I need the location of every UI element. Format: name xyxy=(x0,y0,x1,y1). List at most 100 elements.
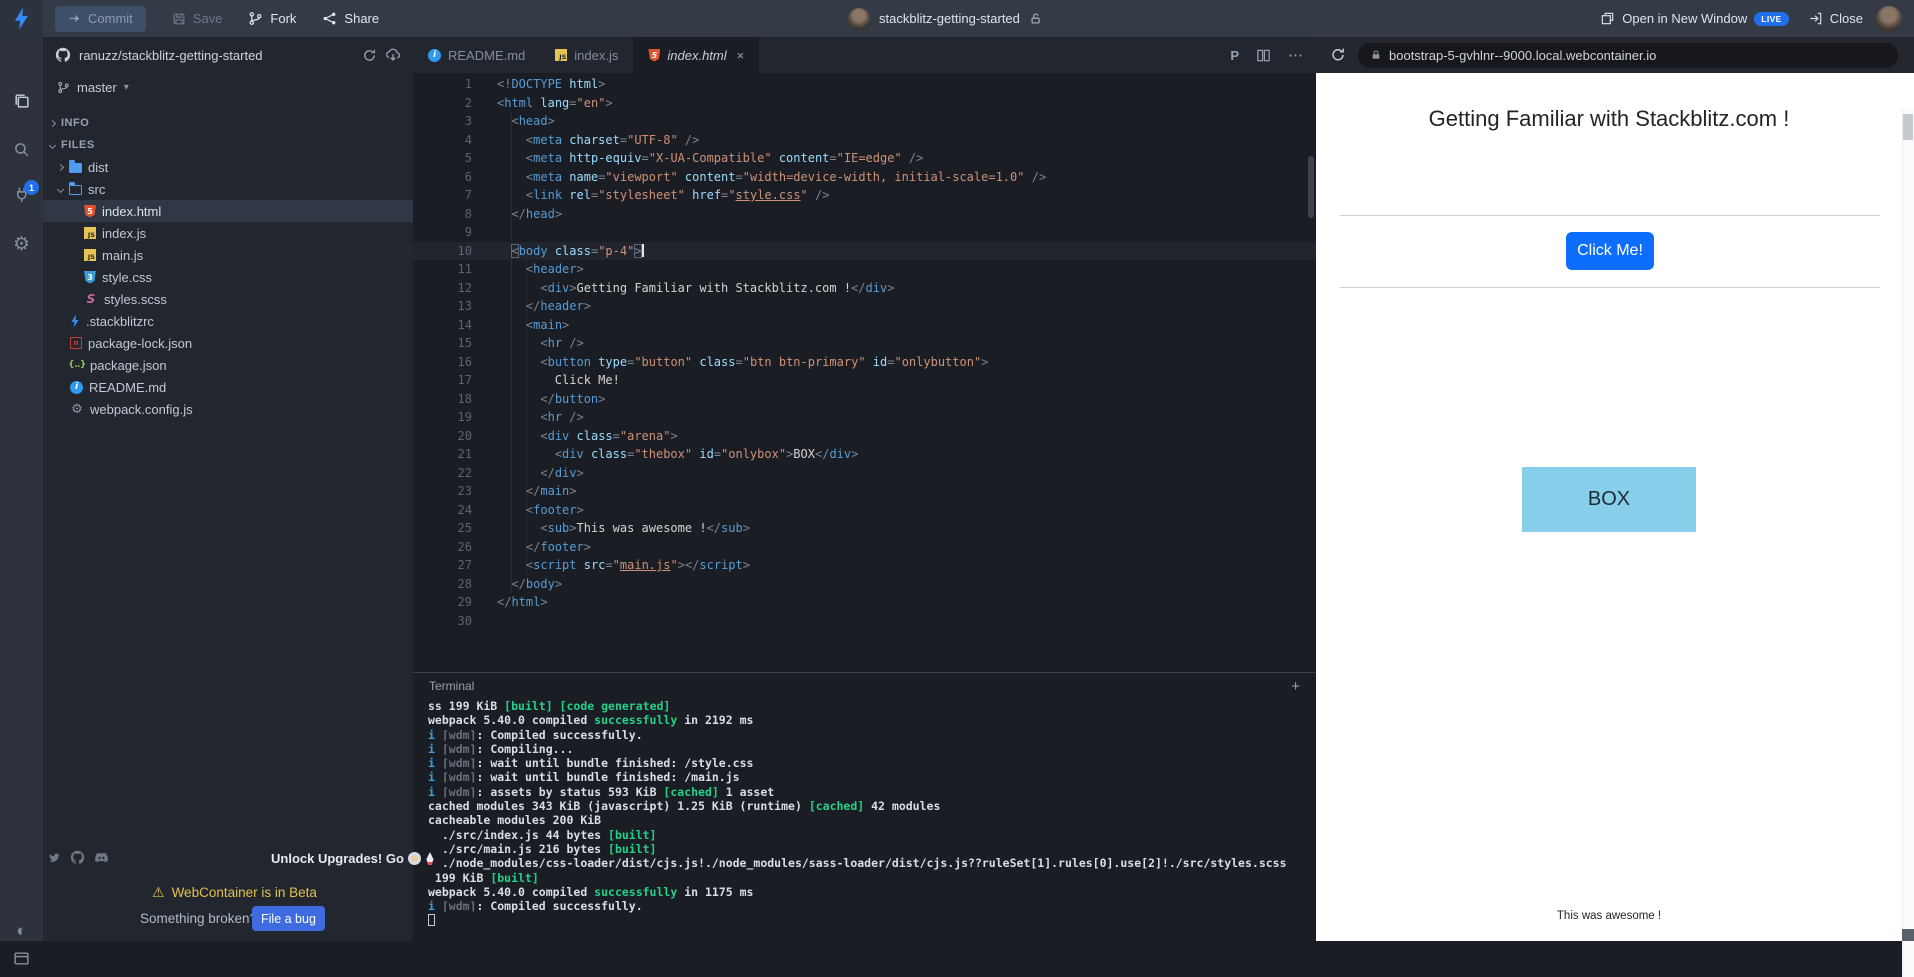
discord-icon[interactable] xyxy=(94,850,109,865)
bolt-file-icon xyxy=(71,314,79,328)
tree-item-dist[interactable]: dist xyxy=(43,156,413,178)
open-in-new-window-button[interactable]: Open in New Window LIVE xyxy=(1600,11,1789,26)
code-line-10[interactable]: 10 <body class="p-4"> xyxy=(413,241,1316,260)
code-line-9[interactable]: 9 xyxy=(413,223,1316,242)
terminal-line: 199 KiB [built] xyxy=(428,870,539,885)
plugins-badge: 1 xyxy=(24,180,39,195)
tree-item-package-lock.json[interactable]: package-lock.json xyxy=(43,332,413,354)
code-line-18[interactable]: 18 </button> xyxy=(413,390,1316,409)
settings-gear-icon[interactable]: ⚙ xyxy=(0,233,43,256)
save-button[interactable]: Save xyxy=(172,11,222,26)
tree-item-index.html[interactable]: index.html xyxy=(43,200,413,222)
close-button[interactable]: Close xyxy=(1808,11,1863,26)
code-line-3[interactable]: 3 <head> xyxy=(413,112,1316,131)
commit-button[interactable]: Commit xyxy=(55,5,146,32)
tree-item-FILES[interactable]: FILES xyxy=(43,134,413,156)
tab-index.html[interactable]: index.html× xyxy=(633,37,760,73)
code-line-7[interactable]: 7 <link rel="stylesheet" href="style.css… xyxy=(413,186,1316,205)
project-files-icon[interactable] xyxy=(0,92,43,109)
share-button[interactable]: Share xyxy=(322,11,379,26)
lock-open-icon[interactable] xyxy=(1029,12,1043,26)
webcontainer-beta-notice: ⚠ WebContainer is in Beta xyxy=(152,884,317,901)
tree-item-.stackblitzrc[interactable]: .stackblitzrc xyxy=(43,310,413,332)
new-terminal-icon[interactable]: + xyxy=(1291,678,1300,695)
code-line-19[interactable]: 19 <hr /> xyxy=(413,408,1316,427)
terminal-output: ss 199 KiB [built] [code generated] webpa… xyxy=(413,699,1316,928)
tree-item-index.js[interactable]: index.js xyxy=(43,222,413,244)
tree-item-styles.scss[interactable]: styles.scss xyxy=(43,288,413,310)
tree-item-src[interactable]: src xyxy=(43,178,413,200)
editor-pane: README.mdindex.jsindex.html× P ⋯ 1<!DOCT… xyxy=(413,37,1316,941)
file-a-bug-button[interactable]: File a bug xyxy=(252,906,325,931)
code-line-29[interactable]: 29 </html> xyxy=(413,593,1316,612)
editor-scrollbar-thumb[interactable] xyxy=(1308,156,1314,218)
code-line-16[interactable]: 16 <button type="button" class="btn btn-… xyxy=(413,353,1316,372)
preview-scrollbar-thumb[interactable] xyxy=(1903,114,1913,140)
preview-scrollbar[interactable] xyxy=(1902,109,1914,977)
js-file-icon xyxy=(555,49,568,61)
code-line-21[interactable]: 21 <div class="thebox" id="onlybox">BOX<… xyxy=(413,445,1316,464)
tree-item-webpack.config.js[interactable]: webpack.config.js xyxy=(43,398,413,420)
line-number: 8 xyxy=(464,206,472,221)
code-line-14[interactable]: 14 <main> xyxy=(413,316,1316,335)
refresh-icon[interactable] xyxy=(1330,47,1346,63)
tree-item-README.md[interactable]: README.md xyxy=(43,376,413,398)
split-editor-icon[interactable] xyxy=(1256,48,1271,63)
theme-contrast-icon[interactable]: ◐ xyxy=(0,921,43,941)
commit-label: Commit xyxy=(88,11,133,26)
avatar[interactable] xyxy=(848,7,870,30)
code-line-1[interactable]: 1 <!DOCTYPE html> xyxy=(413,75,1316,94)
code-line-11[interactable]: 11 <header> xyxy=(413,260,1316,279)
branch-selector[interactable]: master ▾ xyxy=(43,73,413,101)
tree-item-package.json[interactable]: package.json xyxy=(43,354,413,376)
code-line-27[interactable]: 27 <script src="main.js"></script> xyxy=(413,556,1316,575)
code-line-20[interactable]: 20 <div class="arena"> xyxy=(413,427,1316,446)
click-me-button[interactable]: Click Me! xyxy=(1566,232,1654,270)
download-icon[interactable] xyxy=(385,47,401,63)
code-line-17[interactable]: 17 Click Me! xyxy=(413,371,1316,390)
code-line-25[interactable]: 25 <sub>This was awesome !</sub> xyxy=(413,519,1316,538)
terminal-line: cached modules 343 KiB (javascript) 1.25… xyxy=(428,799,941,814)
fork-button[interactable]: Fork xyxy=(248,11,296,26)
terminal-panel[interactable]: Terminal + ss 199 KiB [built] [code gene… xyxy=(413,672,1316,941)
code-line-24[interactable]: 24 <footer> xyxy=(413,501,1316,520)
stackblitz-logo[interactable] xyxy=(0,0,43,37)
tree-item-style.css[interactable]: style.css xyxy=(43,266,413,288)
repo-row[interactable]: ranuzz/stackblitz-getting-started xyxy=(43,37,413,73)
code-area[interactable]: 1 <!DOCTYPE html> 2 <html lang="en"> 3 <head… xyxy=(413,75,1316,672)
layout-panel-icon[interactable] xyxy=(0,950,43,967)
code-line-8[interactable]: 8 </head> xyxy=(413,205,1316,224)
tab-index.js[interactable]: index.js xyxy=(540,37,633,73)
code-line-15[interactable]: 15 <hr /> xyxy=(413,334,1316,353)
code-line-22[interactable]: 22 </div> xyxy=(413,464,1316,483)
code-line-2[interactable]: 2 <html lang="en"> xyxy=(413,94,1316,113)
user-avatar[interactable] xyxy=(1876,5,1902,32)
line-number: 5 xyxy=(464,151,472,165)
code-line-26[interactable]: 26 </footer> xyxy=(413,538,1316,557)
sync-icon[interactable] xyxy=(362,48,377,63)
code-line-13[interactable]: 13 </header> xyxy=(413,297,1316,316)
prettier-icon[interactable]: P xyxy=(1230,48,1239,63)
code-line-23[interactable]: 23 </main> xyxy=(413,482,1316,501)
code-line-30[interactable]: 30 xyxy=(413,612,1316,631)
code-line-6[interactable]: 6 <meta name="viewport" content="width=d… xyxy=(413,168,1316,187)
line-number: 27 xyxy=(457,558,472,572)
code-line-12[interactable]: 12 <div>Getting Familiar with Stackblitz… xyxy=(413,279,1316,298)
search-icon[interactable] xyxy=(0,141,43,158)
tree-item-main.js[interactable]: main.js xyxy=(43,244,413,266)
tab-README.md[interactable]: README.md xyxy=(413,37,540,73)
code-line-28[interactable]: 28 </body> xyxy=(413,575,1316,594)
url-bar[interactable]: bootstrap-5-gvhlnr--9000.local.webcontai… xyxy=(1358,42,1898,68)
terminal-line: i ⌈wdm⌉: Compiled successfully. xyxy=(428,899,643,914)
code-line-4[interactable]: 4 <meta charset="UTF-8" /> xyxy=(413,131,1316,150)
unlock-upgrades-link[interactable]: Unlock Upgrades! Go xyxy=(271,851,435,866)
line-number: 18 xyxy=(457,391,472,406)
code-line-5[interactable]: 5 <meta http-equiv="X-UA-Compatible" con… xyxy=(413,149,1316,168)
twitter-icon[interactable] xyxy=(46,850,61,865)
more-options-icon[interactable]: ⋯ xyxy=(1288,46,1304,64)
github-link-icon[interactable] xyxy=(70,850,85,865)
close-tab-icon[interactable]: × xyxy=(737,48,745,63)
editor-tab-actions: P ⋯ xyxy=(1230,37,1304,73)
tree-item-INFO[interactable]: INFO xyxy=(43,112,413,134)
line-number: 29 xyxy=(457,595,472,609)
